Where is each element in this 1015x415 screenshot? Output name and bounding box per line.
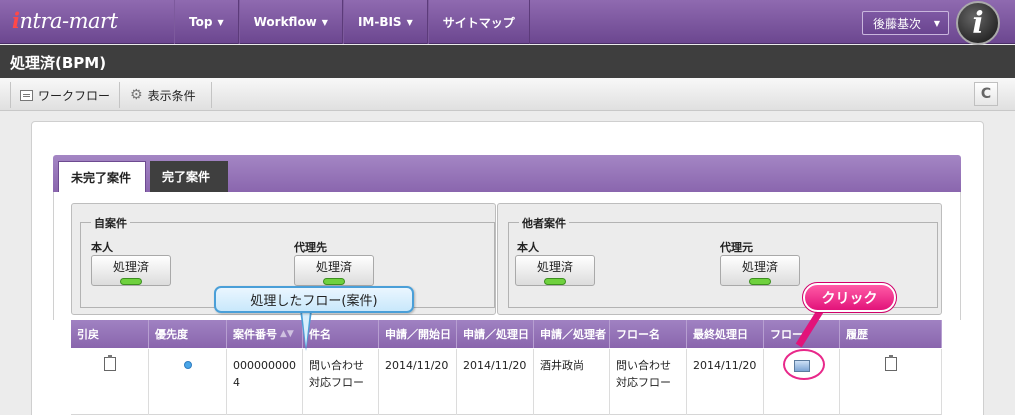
chevron-down-icon: ▼ xyxy=(933,18,940,28)
own-self-processed-button[interactable]: 処理済 xyxy=(91,255,171,286)
column-header-processor[interactable]: 申請／処理者 xyxy=(534,320,610,348)
click-highlight-ring xyxy=(783,349,825,380)
intra-mart-logo[interactable]: intra-mart xyxy=(12,8,118,33)
user-menu-button[interactable]: 後藤基次 ▼ xyxy=(862,11,949,35)
workflow-button[interactable]: ワークフロー xyxy=(20,85,110,105)
priority-cell xyxy=(149,349,227,415)
column-header-start-date[interactable]: 申請／開始日 xyxy=(379,320,457,348)
display-conditions-button[interactable]: ⚙ 表示条件 xyxy=(130,85,196,105)
toolbar-divider xyxy=(10,82,11,108)
history-cell xyxy=(840,349,942,415)
nav-workflow[interactable]: Workflow ▼ xyxy=(238,0,343,44)
gear-icon: ⚙ xyxy=(130,87,143,103)
page-title: 処理済(BPM) xyxy=(0,45,1015,78)
start-date-cell: 2014/11/20 xyxy=(379,349,457,415)
case-number-cell: 0000000004 xyxy=(227,349,303,415)
tab-incomplete-cases[interactable]: 未完了案件 xyxy=(58,161,146,192)
flow-name-cell: 問い合わせ対応フロー xyxy=(610,349,687,415)
toolbar: ワークフロー ⚙ 表示条件 C xyxy=(0,78,1015,111)
refresh-button[interactable]: C xyxy=(974,82,998,106)
own-proxy-processed-button[interactable]: 処理済 xyxy=(294,255,374,286)
main-nav: Top ▼ Workflow ▼ IM-BIS ▼ サイトマップ xyxy=(174,0,530,44)
chevron-down-icon: ▼ xyxy=(217,17,224,27)
processor-cell: 酒井政尚 xyxy=(534,349,610,415)
pullback-icon[interactable] xyxy=(103,355,116,371)
column-header-last-date[interactable]: 最終処理日 xyxy=(687,320,764,348)
chevron-down-icon: ▼ xyxy=(321,17,328,27)
column-header-process-date[interactable]: 申請／処理日 xyxy=(457,320,534,348)
status-indicator-icon xyxy=(323,278,345,285)
subject-cell: 問い合わせ対応フロー xyxy=(303,349,379,415)
others-proxy-label: 代理元 xyxy=(720,241,753,254)
own-cases-legend: 自案件 xyxy=(91,215,130,231)
column-header-subject[interactable]: 件名 xyxy=(303,320,379,348)
sort-icon[interactable]: ▲▼ xyxy=(280,329,294,339)
status-indicator-icon xyxy=(749,278,771,285)
last-date-cell: 2014/11/20 xyxy=(687,349,764,415)
others-self-processed-button[interactable]: 処理済 xyxy=(515,255,595,286)
own-self-label: 本人 xyxy=(91,241,113,254)
pullback-cell xyxy=(71,349,149,415)
column-header-history[interactable]: 履歴 xyxy=(840,320,942,348)
priority-dot-icon xyxy=(183,361,192,369)
process-date-cell: 2014/11/20 xyxy=(457,349,534,415)
callout-pointer xyxy=(302,311,310,347)
column-header-pullback[interactable]: 引戻 xyxy=(71,320,149,348)
others-cases-legend: 他者案件 xyxy=(519,215,569,231)
others-proxy-processed-button[interactable]: 処理済 xyxy=(720,255,800,286)
refresh-icon: C xyxy=(980,86,992,102)
history-icon[interactable] xyxy=(884,355,897,371)
column-header-case-number[interactable]: 案件番号 ▲▼ xyxy=(227,320,303,348)
status-indicator-icon xyxy=(120,278,142,285)
nav-im-bis[interactable]: IM-BIS ▼ xyxy=(342,0,428,44)
toolbar-divider xyxy=(211,82,212,108)
tab-completed-cases[interactable]: 完了案件 xyxy=(150,161,228,192)
nav-sitemap[interactable]: サイトマップ xyxy=(427,0,530,44)
toolbar-divider xyxy=(119,82,120,108)
nav-top[interactable]: Top ▼ xyxy=(174,0,239,44)
processed-flow-callout: 処理したフロー(案件) xyxy=(214,286,414,313)
user-avatar-icon[interactable]: i xyxy=(956,1,1000,45)
click-callout: クリック xyxy=(802,282,897,313)
top-navigation-bar: intra-mart Top ▼ Workflow ▼ IM-BIS ▼ サイトマップ… xyxy=(0,0,1015,45)
others-self-label: 本人 xyxy=(517,241,539,254)
status-indicator-icon xyxy=(544,278,566,285)
chevron-down-icon: ▼ xyxy=(406,17,413,27)
column-header-priority[interactable]: 優先度 xyxy=(149,320,227,348)
document-icon xyxy=(20,89,33,101)
tab-strip: 未完了案件 完了案件 xyxy=(53,155,961,192)
own-proxy-label: 代理先 xyxy=(294,241,327,254)
column-header-flow-name[interactable]: フロー名 xyxy=(610,320,687,348)
